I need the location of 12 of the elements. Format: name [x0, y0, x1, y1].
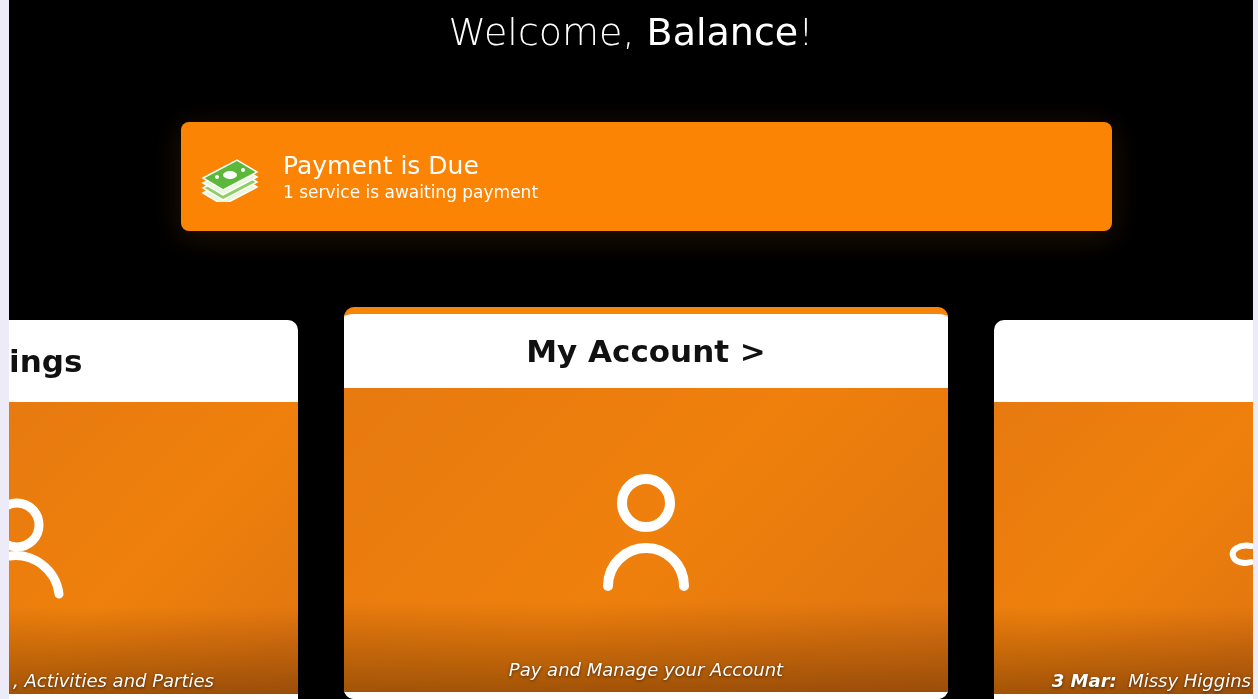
card-subtitle: , Activities and Parties [13, 670, 214, 691]
person-icon [9, 498, 65, 600]
card-subtitle: Pay and Manage your Account [508, 659, 784, 680]
welcome-heading: Welcome, Balance! [448, 10, 814, 54]
loop-icon [1229, 542, 1253, 568]
card-title: ings [9, 343, 83, 379]
alert-title: Payment is Due [283, 151, 480, 180]
alert-message: 1 service is awaiting payment [283, 182, 539, 202]
card-title: My Account > [526, 333, 766, 369]
menu-card[interactable]: My Account > Pay and Manage your Account [344, 307, 948, 699]
card-subtitle: 3 Mar: Missy Higgins [1051, 670, 1251, 691]
person-icon [602, 474, 690, 592]
